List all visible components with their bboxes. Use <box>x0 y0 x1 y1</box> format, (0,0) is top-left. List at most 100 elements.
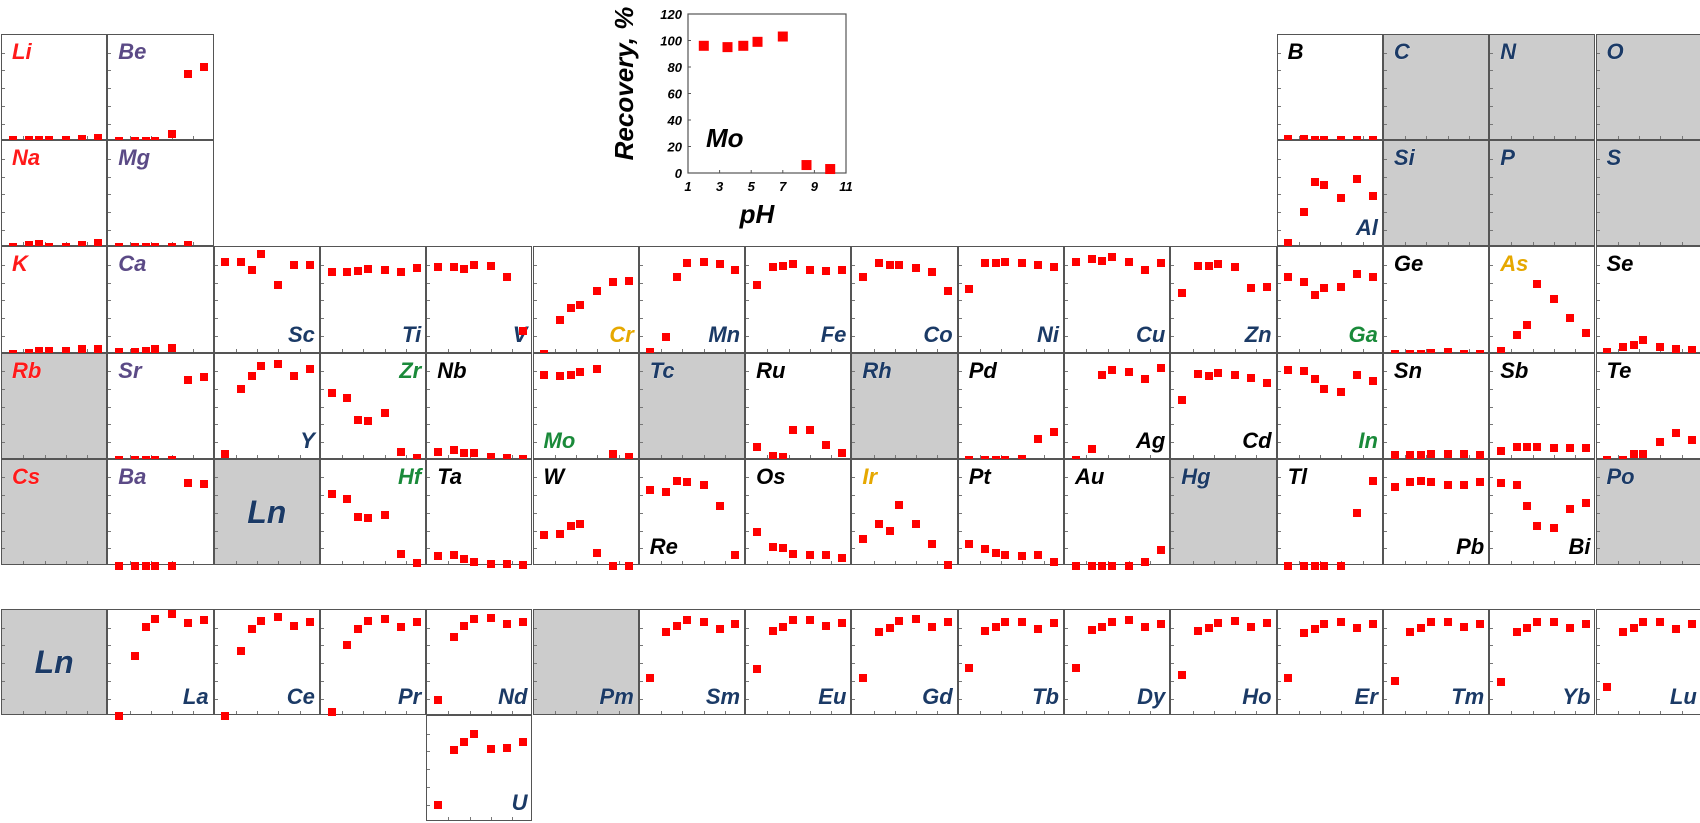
y-tick <box>1383 194 1387 196</box>
x-tick <box>1426 560 1428 564</box>
y-tick <box>108 265 112 267</box>
element-panel-fe: Fe <box>745 246 852 353</box>
x-tick <box>1086 711 1088 715</box>
x-tick <box>661 454 663 458</box>
element-panel-sr: Sr <box>107 352 214 464</box>
x-tick <box>448 348 450 352</box>
y-tick <box>1277 477 1281 479</box>
inset-data-point-2 <box>738 40 749 51</box>
data-point-ce-0 <box>221 712 230 721</box>
inset-y-tick-label: 120 <box>660 7 682 22</box>
element-panel-pr: Pr <box>319 609 427 716</box>
x-tick <box>87 454 89 458</box>
y-tick <box>1490 530 1494 532</box>
data-point-cd-2 <box>1204 371 1213 380</box>
data-point-dy-6 <box>1156 620 1165 629</box>
y-tick <box>214 388 218 390</box>
data-point-zn-3 <box>1214 260 1223 269</box>
y-tick <box>639 548 643 550</box>
y-tick <box>1596 512 1600 514</box>
x-tick <box>1553 711 1555 715</box>
data-point-ru-3 <box>788 425 797 434</box>
y-tick <box>1596 265 1600 267</box>
element-symbol: Lu <box>1669 684 1697 710</box>
data-point-la-0 <box>114 712 123 721</box>
x-tick <box>873 560 875 564</box>
data-point-tb-1 <box>981 627 990 636</box>
x-tick <box>342 560 344 564</box>
y-tick <box>427 495 431 497</box>
element-symbol: Tc <box>649 357 675 383</box>
element-symbol: Si <box>1393 145 1415 171</box>
x-tick <box>1511 348 1513 352</box>
data-point-zn-0 <box>1177 288 1186 297</box>
data-point-re-5 <box>715 501 724 510</box>
inset-x-tick-label: 7 <box>779 179 787 194</box>
y-tick <box>1383 105 1387 107</box>
element-panel-ga: Ga <box>1276 246 1383 353</box>
data-point-cr-2 <box>566 304 575 313</box>
x-tick <box>1660 136 1662 140</box>
y-tick <box>1383 680 1387 682</box>
y-tick <box>108 698 112 700</box>
y-tick <box>1490 265 1494 267</box>
data-point-ho-6 <box>1262 619 1271 628</box>
y-tick <box>958 512 962 514</box>
data-point-ga-4 <box>1337 283 1346 292</box>
x-tick <box>682 560 684 564</box>
element-symbol: C <box>1393 39 1410 64</box>
y-tick <box>427 698 431 700</box>
y-tick <box>214 424 218 426</box>
y-tick <box>639 371 643 373</box>
element-symbol: Pm <box>599 684 634 710</box>
data-point-ni-0 <box>965 284 974 293</box>
data-point-ho-4 <box>1231 616 1240 625</box>
y-tick <box>2 495 5 497</box>
x-tick <box>1001 348 1003 352</box>
x-tick <box>703 711 705 715</box>
data-point-la-4 <box>168 610 177 619</box>
y-tick <box>852 512 856 514</box>
y-tick <box>427 388 431 390</box>
data-point-w-6 <box>625 561 634 570</box>
data-point-cr-3 <box>576 300 585 309</box>
y-tick <box>1596 52 1600 54</box>
y-tick <box>852 282 856 284</box>
data-point-se-1 <box>1619 342 1628 351</box>
data-point-re-0 <box>646 485 655 494</box>
element-symbol: Se <box>1606 251 1634 277</box>
data-point-ta-5 <box>502 560 511 569</box>
y-tick <box>2 105 5 107</box>
element-panel-ir: Ir <box>851 458 958 570</box>
y-tick <box>852 335 856 337</box>
y-tick <box>1596 88 1600 90</box>
x-tick <box>193 560 195 564</box>
element-symbol: U <box>511 790 528 816</box>
y-tick <box>1171 627 1175 629</box>
element-panel-hf: Hf <box>319 458 427 568</box>
x-tick <box>65 711 67 715</box>
data-point-sr-5 <box>184 376 193 385</box>
inset-x-tick-label: 1 <box>684 179 691 194</box>
inset-y-tick-label: 20 <box>667 140 683 155</box>
x-tick <box>1341 711 1343 715</box>
data-point-sb-3 <box>1532 443 1541 452</box>
y-tick <box>2 229 5 231</box>
data-point-co-0 <box>859 273 868 282</box>
y-tick <box>2 88 5 90</box>
y-tick <box>1171 530 1175 532</box>
element-symbol: Cu <box>1135 321 1166 347</box>
data-point-mo-2 <box>566 370 575 379</box>
y-tick <box>746 663 750 665</box>
x-tick <box>618 560 620 564</box>
data-point-ho-0 <box>1177 670 1186 679</box>
element-symbol: Hf <box>397 463 422 489</box>
data-point-eu-6 <box>837 619 846 628</box>
data-point-os-0 <box>752 528 761 537</box>
x-tick <box>1511 454 1513 458</box>
y-tick <box>533 406 537 408</box>
y-tick <box>108 105 112 107</box>
data-point-lu-1 <box>1619 628 1628 637</box>
data-point-cu-4 <box>1124 257 1133 266</box>
x-tick <box>235 454 237 458</box>
